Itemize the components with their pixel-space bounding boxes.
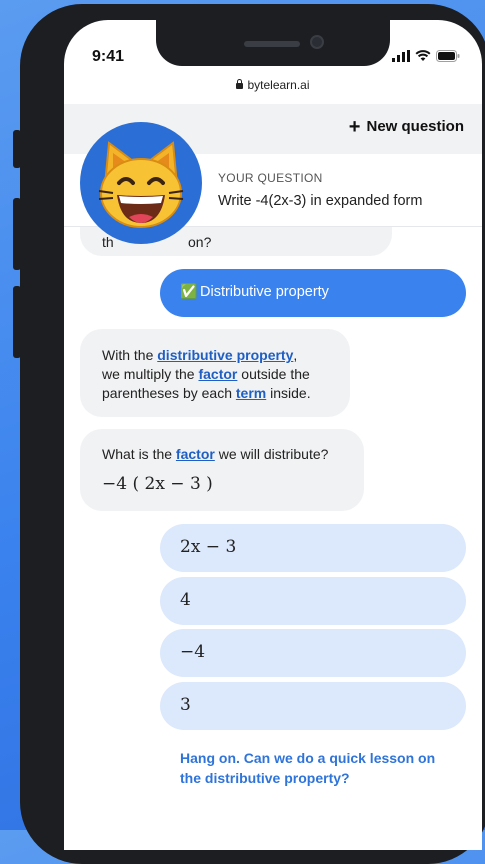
explanation-text-6: inside. bbox=[266, 385, 311, 401]
previous-message-text: on? bbox=[188, 234, 212, 250]
answer-option-4[interactable]: 3 bbox=[160, 682, 466, 730]
new-question-label: New question bbox=[366, 118, 464, 135]
explanation-bubble: With the distributive property, we multi… bbox=[80, 329, 350, 417]
distributive-property-link[interactable]: distributive property bbox=[157, 347, 293, 363]
prompt-text-2: we will distribute? bbox=[214, 446, 329, 462]
prompt-factor-link[interactable]: factor bbox=[176, 446, 215, 462]
lock-icon bbox=[236, 79, 244, 89]
prompt-expression: −4 ( 2x − 3 ) bbox=[102, 474, 213, 494]
question-text: Write -4(2x-3) in expanded form bbox=[218, 193, 423, 209]
answer-option-3[interactable]: −4 bbox=[160, 629, 466, 677]
answer-option-2[interactable]: 4 bbox=[160, 577, 466, 625]
battery-icon bbox=[436, 50, 460, 62]
explanation-text-2: , bbox=[293, 347, 298, 363]
status-icons bbox=[392, 50, 460, 62]
phone-frame: 9:41 bytelearn.ai + New question YOUR QU… bbox=[20, 4, 485, 864]
explanation-text-4: outside the bbox=[237, 366, 310, 382]
url-bar[interactable]: bytelearn.ai bbox=[64, 78, 482, 92]
new-question-button[interactable]: + New question bbox=[348, 115, 464, 138]
status-time: 9:41 bbox=[92, 48, 125, 65]
explanation-text-1: With the bbox=[102, 347, 158, 363]
plus-icon: + bbox=[348, 115, 361, 138]
wifi-icon bbox=[415, 50, 431, 61]
explanation-text-3: we multiply the bbox=[102, 366, 199, 382]
phone-screen: 9:41 bytelearn.ai + New question YOUR QU… bbox=[64, 20, 482, 850]
term-link[interactable]: term bbox=[236, 385, 266, 401]
camera bbox=[310, 35, 324, 49]
avatar bbox=[80, 122, 202, 244]
prompt-text-1: What is the bbox=[102, 446, 176, 462]
selected-answer-bubble: ✅ Distributive property bbox=[160, 269, 466, 317]
prompt-bubble: What is the factor we will distribute? −… bbox=[80, 429, 364, 511]
explanation-text-5: parentheses by each bbox=[102, 385, 236, 401]
grinning-cat-icon bbox=[98, 141, 184, 228]
speaker bbox=[244, 41, 300, 47]
quick-lesson-link[interactable]: Hang on. Can we do a quick lesson on the… bbox=[180, 748, 460, 788]
answer-option-1[interactable]: 2x − 3 bbox=[160, 524, 466, 572]
check-icon: ✅ bbox=[180, 283, 198, 299]
factor-link[interactable]: factor bbox=[198, 366, 237, 382]
signal-icon bbox=[392, 50, 410, 62]
question-label: YOUR QUESTION bbox=[218, 171, 323, 185]
notch bbox=[156, 20, 390, 66]
url-text: bytelearn.ai bbox=[247, 78, 310, 92]
selected-answer-text: Distributive property bbox=[200, 284, 329, 300]
